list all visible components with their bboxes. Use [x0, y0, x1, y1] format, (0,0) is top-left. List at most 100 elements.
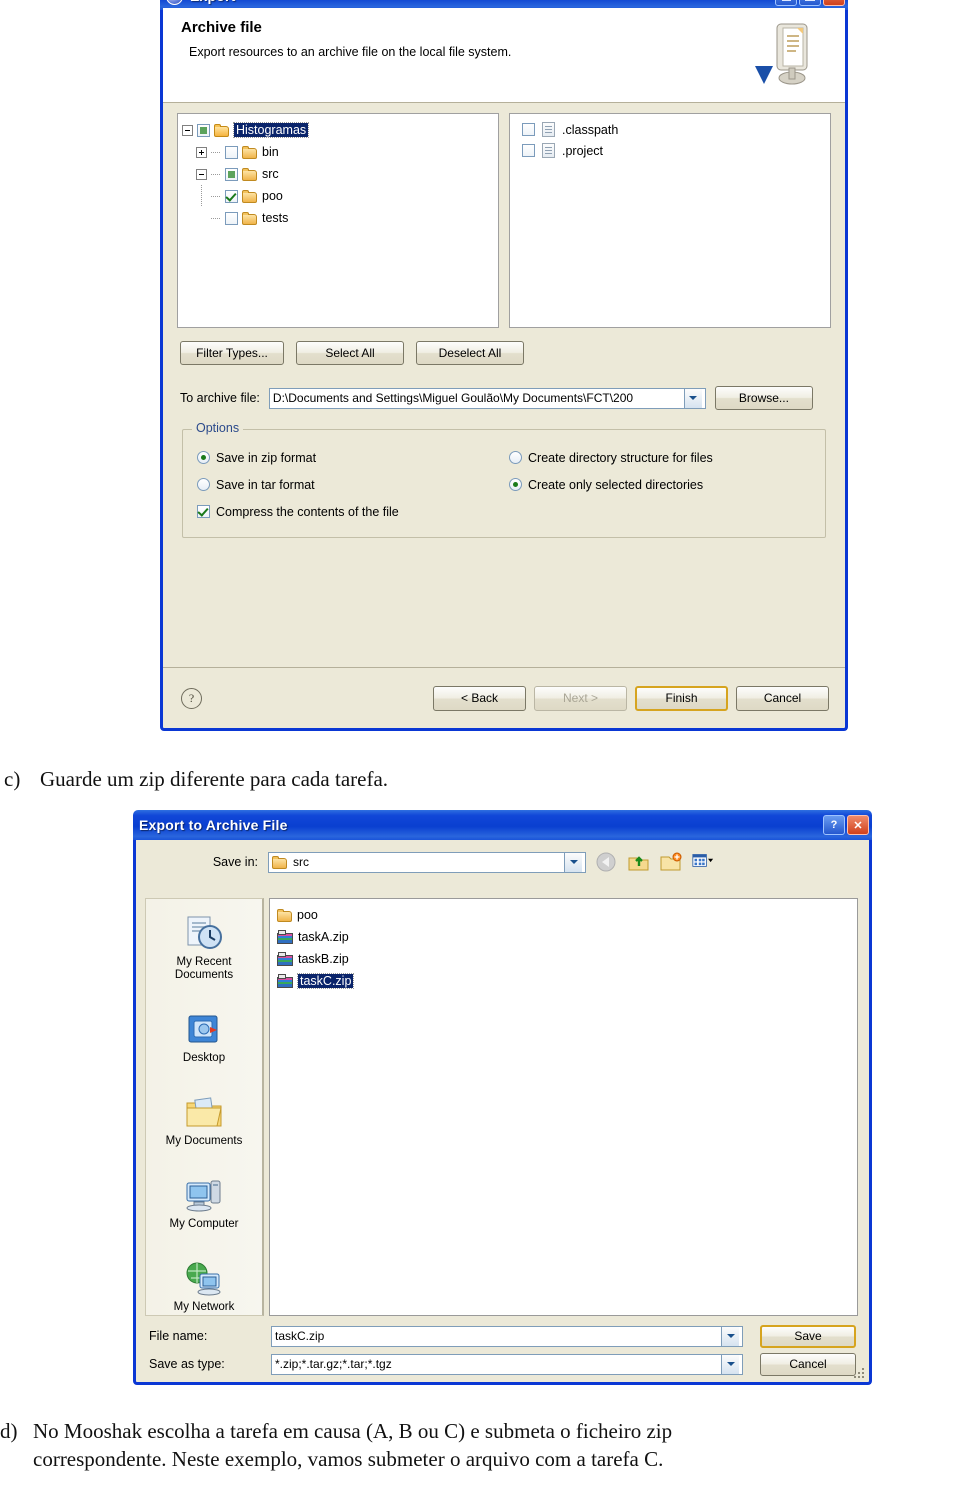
- file-name-input[interactable]: taskC.zip: [271, 1325, 743, 1347]
- place-desktop[interactable]: Desktop: [146, 982, 262, 1065]
- place-my-network[interactable]: My Network: [146, 1231, 262, 1314]
- tree-line: [211, 195, 221, 197]
- create-only-selected-label: Create only selected directories: [528, 477, 704, 492]
- save-tar-option[interactable]: Save in tar format: [197, 471, 499, 498]
- close-button[interactable]: ✕: [823, 0, 845, 6]
- resize-grip[interactable]: [853, 1367, 865, 1379]
- cancel-button[interactable]: Cancel: [736, 685, 829, 711]
- place-label: My Recent Documents: [174, 956, 234, 982]
- tree-line: [196, 185, 207, 207]
- caption-d: d) No Mooshak escolha a tarefa em causa (…: [0, 1418, 956, 1473]
- list-item[interactable]: poo: [274, 904, 853, 926]
- collapse-icon[interactable]: [196, 168, 207, 180]
- file-checkbox[interactable]: [522, 123, 535, 136]
- tree-line: [211, 151, 221, 153]
- file-label: .classpath: [562, 122, 619, 137]
- chevron-down-icon[interactable]: [721, 1326, 739, 1346]
- file-list-pane[interactable]: .classpath .project: [509, 113, 831, 328]
- tree-row[interactable]: Histogramas: [182, 119, 494, 141]
- export-footer: ? < Back Next > Finish Cancel: [163, 667, 845, 728]
- select-all-button[interactable]: Select All: [296, 341, 404, 365]
- chevron-down-icon[interactable]: [683, 388, 702, 408]
- tree-label: src: [262, 167, 279, 181]
- list-item[interactable]: taskA.zip: [274, 926, 853, 948]
- create-dir-structure-label: Create directory structure for files: [528, 450, 713, 465]
- file-icon: [542, 122, 555, 137]
- list-item[interactable]: taskC.zip: [274, 970, 853, 992]
- place-my-recent-documents[interactable]: My Recent Documents: [146, 899, 262, 982]
- list-item[interactable]: .classpath: [514, 119, 826, 140]
- file-label: taskC.zip: [296, 973, 355, 989]
- compress-checkbox[interactable]: [197, 505, 210, 518]
- tree-label: tests: [262, 211, 289, 225]
- file-label: taskA.zip: [298, 930, 349, 944]
- file-name-label: File name:: [149, 1329, 208, 1343]
- save-zip-option[interactable]: Save in zip format: [197, 444, 499, 471]
- close-button[interactable]: ✕: [847, 815, 869, 835]
- file-checkbox[interactable]: [522, 144, 535, 157]
- save-titlebar: Export to Archive File ? ✕: [133, 810, 872, 840]
- finish-button[interactable]: Finish: [635, 685, 728, 711]
- header-description: Export resources to an archive file on t…: [189, 45, 512, 59]
- save-tar-radio[interactable]: [197, 478, 210, 491]
- save-as-type-row: Save as type: *.zip;*.tar.gz;*.tar;*.tgz…: [149, 1350, 856, 1378]
- compress-option[interactable]: Compress the contents of the file: [197, 498, 499, 525]
- archive-file-combo[interactable]: D:\Documents and Settings\Miguel Goulão\…: [268, 387, 706, 409]
- create-dir-structure-option[interactable]: Create directory structure for files: [509, 444, 811, 471]
- help-button[interactable]: ?: [823, 815, 845, 835]
- save-zip-radio[interactable]: [197, 451, 210, 464]
- tree-row[interactable]: bin: [182, 141, 494, 163]
- resource-selection-panes: Histogramas bin src poo tests .classpath…: [177, 113, 831, 328]
- tree-checkbox[interactable]: [225, 167, 238, 181]
- tree-row[interactable]: poo: [182, 185, 494, 207]
- tree-checkbox[interactable]: [225, 211, 238, 225]
- create-only-selected-radio[interactable]: [509, 478, 522, 491]
- up-one-level-icon[interactable]: [628, 852, 650, 872]
- tree-checkbox[interactable]: [225, 189, 238, 203]
- tree-row[interactable]: src: [182, 163, 494, 185]
- tree-label: bin: [262, 145, 279, 159]
- project-tree-pane[interactable]: Histogramas bin src poo tests: [177, 113, 499, 328]
- folder-icon: [272, 855, 288, 869]
- place-label: My Computer: [169, 1218, 239, 1231]
- chevron-down-icon[interactable]: [721, 1354, 739, 1374]
- places-bar: My Recent Documents Desktop My Documents…: [145, 898, 264, 1316]
- file-browser-list[interactable]: poo taskA.zip taskB.zip taskC.zip: [269, 898, 858, 1316]
- save-button[interactable]: Save: [760, 1324, 856, 1348]
- archive-file-banner-icon: [755, 23, 808, 85]
- new-folder-icon[interactable]: [660, 852, 682, 872]
- place-my-documents[interactable]: My Documents: [146, 1065, 262, 1148]
- cancel-button[interactable]: Cancel: [760, 1352, 856, 1376]
- expand-icon[interactable]: [196, 146, 207, 158]
- caption-d-line1: No Mooshak escolha a tarefa em causa (A,…: [33, 1419, 673, 1443]
- save-as-type-combo[interactable]: *.zip;*.tar.gz;*.tar;*.tgz: [271, 1353, 743, 1375]
- create-only-selected-option[interactable]: Create only selected directories: [509, 471, 811, 498]
- zip-icon: [277, 973, 294, 989]
- folder-icon: [277, 908, 293, 922]
- back-button[interactable]: < Back: [433, 685, 526, 711]
- place-my-computer[interactable]: My Computer: [146, 1148, 262, 1231]
- file-icon: [542, 143, 555, 158]
- save-in-combo[interactable]: src: [268, 851, 586, 873]
- save-in-value: src: [293, 855, 309, 869]
- list-item[interactable]: taskB.zip: [274, 948, 853, 970]
- tree-row[interactable]: tests: [182, 207, 494, 229]
- chevron-down-icon[interactable]: [564, 852, 582, 872]
- create-dir-structure-radio[interactable]: [509, 451, 522, 464]
- tree-checkbox[interactable]: [225, 145, 238, 159]
- deselect-all-button[interactable]: Deselect All: [416, 341, 524, 365]
- list-item[interactable]: .project: [514, 140, 826, 161]
- save-form: File name: taskC.zip Save Save as type: …: [136, 1316, 869, 1382]
- archive-file-value: D:\Documents and Settings\Miguel Goulão\…: [272, 391, 634, 405]
- help-icon[interactable]: ?: [181, 687, 202, 709]
- export-window-buttons: ✕: [775, 0, 845, 6]
- tree-checkbox[interactable]: [197, 123, 210, 137]
- views-icon[interactable]: [692, 852, 714, 872]
- browse-button[interactable]: Browse...: [714, 386, 813, 410]
- place-label: Desktop: [182, 1052, 226, 1065]
- filter-types-button[interactable]: Filter Types...: [180, 341, 284, 365]
- maximize-button[interactable]: [799, 0, 821, 6]
- my-computer-icon: [184, 1177, 224, 1215]
- collapse-icon[interactable]: [182, 124, 193, 136]
- minimize-button[interactable]: [775, 0, 797, 6]
